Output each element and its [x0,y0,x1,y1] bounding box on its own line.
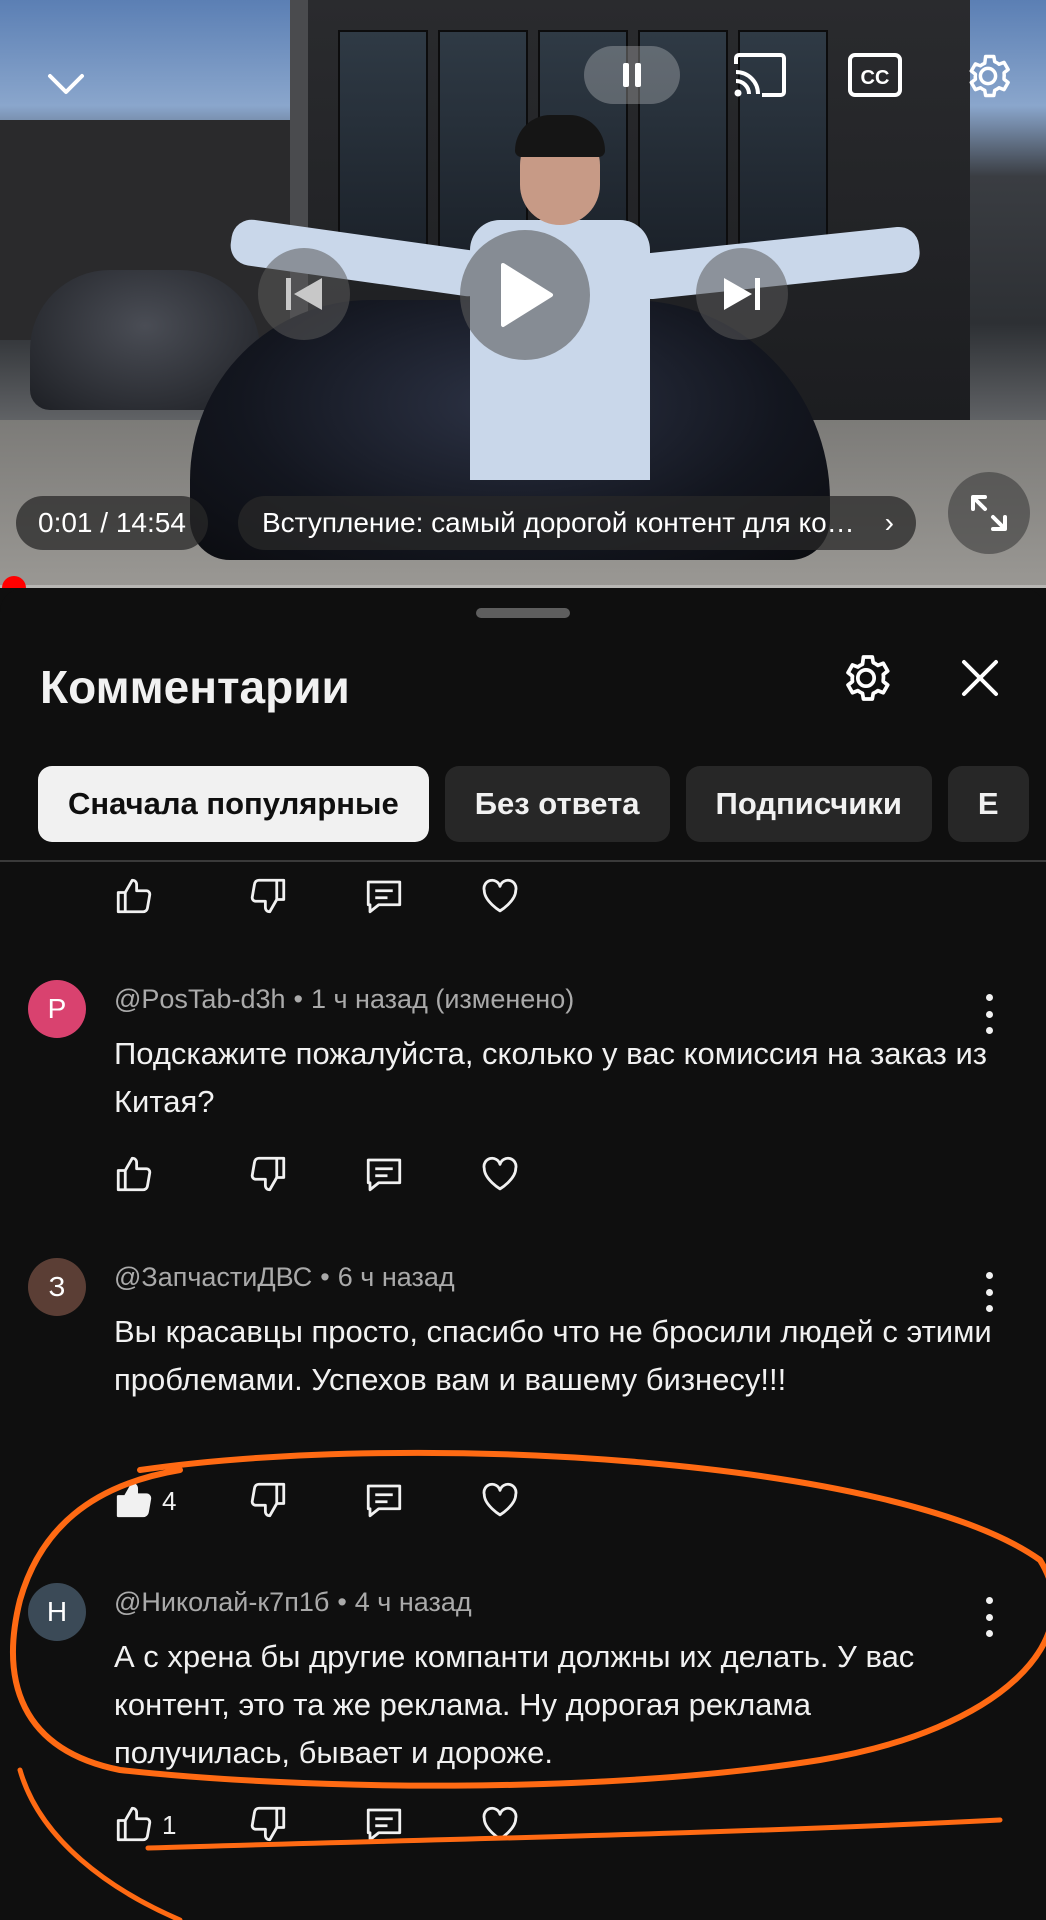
comment-actions: 4 [112,1478,572,1528]
thumbs-down-icon[interactable] [246,1478,290,1522]
comment-actions [112,874,572,924]
chevron-right-icon: › [884,507,894,538]
chapter-title: Вступление: самый дорогой контент для ко… [262,507,916,538]
time-display: 0:01 / 14:54 [16,496,208,550]
like-count: 4 [162,1486,177,1516]
comment-meta: @PosTab-d3h • 1 ч назад (изменено) [114,984,575,1014]
pause-icon [623,63,641,87]
thumbs-down-icon[interactable] [246,1152,290,1196]
gear-icon[interactable] [838,650,894,706]
chevron-down-icon[interactable] [38,62,94,106]
more-options-icon[interactable] [976,994,1002,1034]
chip-more[interactable]: Е [947,766,1029,842]
more-options-icon[interactable] [976,1272,1002,1312]
thumbs-up-icon[interactable] [112,1152,156,1196]
reply-icon[interactable] [362,1152,406,1196]
comment-time: 6 ч назад [337,1262,455,1292]
thumbs-up-icon[interactable] [112,1802,156,1846]
close-icon[interactable] [954,652,1006,704]
thumbs-up-icon[interactable] [112,1478,156,1522]
thumbs-down-icon[interactable] [246,1802,290,1846]
comment-author[interactable]: @ЗапчастиДВС [114,1262,312,1292]
reply-icon[interactable] [362,1478,406,1522]
comment-actions: 1 [112,1802,572,1852]
avatar[interactable]: З [28,1258,86,1316]
avatar[interactable]: Н [28,1583,86,1641]
avatar[interactable]: P [28,980,86,1038]
sort-chips: Сначала популярные Без ответа Подписчики Е [38,766,1046,846]
comment-time: 4 ч назад [354,1587,472,1617]
drag-handle[interactable] [476,608,570,618]
skip-next-button[interactable] [696,248,788,340]
heart-icon[interactable] [478,1478,522,1522]
page-title: Комментарии [40,661,350,713]
divider [0,860,1046,862]
chip-top[interactable]: Сначала популярные [38,766,429,842]
comment-time: 1 ч назад (изменено) [310,984,575,1014]
fullscreen-button[interactable] [948,472,1030,554]
reply-icon[interactable] [362,874,406,918]
comment-actions [112,1152,572,1202]
comment-author[interactable]: @PosTab-d3h [114,984,286,1014]
svg-text:CC: CC [861,67,890,89]
comment-author[interactable]: @Николай-к7п1б [114,1587,329,1617]
chip-unanswered[interactable]: Без ответа [444,766,670,842]
comment-text: А с хрена бы другие компанти должны их д… [114,1639,915,1770]
comments-sheet: Комментарии Сначала популярные Без ответа… [0,588,1046,1920]
cast-icon[interactable] [728,46,792,104]
comment-meta: @ЗапчастиДВС • 6 ч назад [114,1262,455,1292]
play-icon [501,263,553,327]
comment-text: Вы красавцы просто, спасибо что не броси… [114,1314,992,1397]
heart-icon[interactable] [478,1152,522,1196]
skip-previous-icon [286,278,322,310]
skip-previous-button[interactable] [258,248,350,340]
video-player[interactable]: CC 0:01 / 14:54 Вступление: самый дорого… [0,0,1046,588]
heart-icon[interactable] [478,874,522,918]
comment-meta: @Николай-к7п1б • 4 ч назад [114,1587,472,1617]
thumbs-up-icon[interactable] [112,874,156,918]
fullscreen-icon [971,495,1007,531]
comment-text: Подскажите пожалуйста, сколько у вас ком… [114,1036,1013,1119]
thumbs-down-icon[interactable] [246,874,290,918]
pause-button[interactable] [584,46,680,104]
chip-subscribers[interactable]: Подписчики [685,766,932,842]
more-options-icon[interactable] [976,1597,1002,1637]
cc-icon[interactable]: CC [842,46,908,104]
gear-icon[interactable] [956,44,1020,108]
play-button[interactable] [460,230,590,360]
chapter-button[interactable]: Вступление: самый дорогой контент для ко… [238,496,916,550]
reply-icon[interactable] [362,1802,406,1846]
skip-next-icon [724,278,760,310]
heart-icon[interactable] [478,1802,522,1846]
like-count: 1 [162,1810,177,1840]
